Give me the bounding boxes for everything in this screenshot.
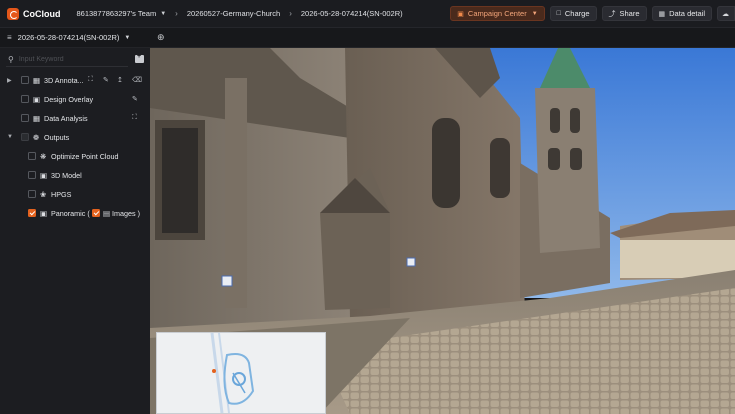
search-icon: ⚲ <box>8 55 14 64</box>
table-icon: ▦ <box>658 10 666 18</box>
layer-row-hpgs[interactable]: ❀ HPGS <box>0 185 150 203</box>
cloud-upload-icon: ☁ <box>722 10 729 18</box>
data-detail-button[interactable]: ▦ Data detail <box>651 6 712 21</box>
app-name: CoCloud <box>23 8 61 19</box>
breadcrumb-task: 2026-05-28-074214(SN-002R) <box>300 9 403 18</box>
caret-right-icon[interactable]: ▶ <box>7 77 12 84</box>
images-label: Images ) <box>112 208 140 218</box>
app-logo[interactable]: CoCloud <box>7 7 61 20</box>
edit-icon[interactable]: ✎ <box>103 76 109 84</box>
layer-panel: ⚲ ▶ ▦ 3D Annota... ⛶ ✎ ↥ ⌫ ▣ Design Over… <box>0 48 150 414</box>
point-cloud-icon: ❋ <box>40 151 47 161</box>
layer-checkbox[interactable] <box>28 152 36 160</box>
layer-checkbox[interactable] <box>21 76 29 84</box>
cube-icon: ▣ <box>40 170 48 180</box>
data-detail-label: Data detail <box>669 9 705 18</box>
overlay-icon: ▣ <box>33 94 41 104</box>
layer-checkbox-checked[interactable] <box>28 209 36 217</box>
layer-row-panoramic[interactable]: ▣ Panoramic ( ▤ Images ) <box>0 204 150 222</box>
gaussian-icon: ❀ <box>40 189 47 199</box>
layer-label: Panoramic ( <box>51 208 90 218</box>
wallet-icon: □ <box>556 10 561 17</box>
breadcrumb-team[interactable]: 8613877863297's Team <box>77 9 157 18</box>
layer-row-design-overlay[interactable]: ▣ Design Overlay ✎ <box>0 90 150 108</box>
share-label: Share <box>619 9 640 18</box>
layer-checkbox[interactable] <box>28 190 36 198</box>
top-bar: CoCloud 8613877863297's Team ▼ › 2026052… <box>0 0 735 28</box>
layer-checkbox[interactable] <box>21 133 29 141</box>
search-input[interactable] <box>18 56 119 63</box>
layer-row-annotation[interactable]: ▶ ▦ 3D Annota... ⛶ ✎ ↥ ⌫ <box>0 71 150 89</box>
upload-icon[interactable]: ↥ <box>117 76 123 84</box>
mini-map-image[interactable] <box>157 332 325 414</box>
layer-checkbox[interactable] <box>21 114 29 122</box>
layers-icon[interactable]: ≡ <box>7 33 12 42</box>
crosshair-icon[interactable]: ⊕ <box>157 32 165 43</box>
layer-row-data-analysis[interactable]: ▦ Data Analysis ⛶ <box>0 109 150 127</box>
folder-icon: ▦ <box>33 75 41 85</box>
gift-icon: ▣ <box>457 10 464 18</box>
images-checkbox-checked[interactable] <box>92 209 100 217</box>
chevron-down-icon[interactable]: ▼ <box>124 35 130 41</box>
caret-down-icon[interactable]: ▼ <box>7 134 13 140</box>
breadcrumb: 8613877863297's Team ▼ › 20260527-German… <box>77 9 403 18</box>
campaign-center-label: Campaign Center <box>467 9 527 18</box>
panorama-icon: ▣ <box>40 208 48 218</box>
sub-toolbar: ≡ 2026-05-28-074214(SN-002R) ▼ ⊕ <box>0 28 735 48</box>
mini-map[interactable] <box>156 332 326 414</box>
layer-label: 3D Model <box>51 170 82 180</box>
share-icon: ⤴ <box>608 10 616 18</box>
locate-icon[interactable]: ⛶ <box>132 114 137 122</box>
task-selector[interactable]: 2026-05-28-074214(SN-002R) <box>18 33 120 42</box>
charge-label: Charge <box>564 9 590 18</box>
cocloud-logo-icon <box>7 7 19 20</box>
search-box: ⚲ <box>6 53 128 67</box>
chevron-down-icon[interactable]: ▼ <box>160 11 166 17</box>
layer-label: HPGS <box>51 189 72 199</box>
delete-icon[interactable]: ⌫ <box>132 76 142 84</box>
layer-label: Design Overlay <box>44 94 94 104</box>
layer-row-3d-model[interactable]: ▣ 3D Model <box>0 166 150 184</box>
image-icon: ▤ <box>103 208 111 218</box>
charge-button[interactable]: □ Charge <box>549 6 597 21</box>
locate-icon[interactable]: ⛶ <box>88 76 93 84</box>
layer-row-outputs[interactable]: ▼ ❁ Outputs <box>0 128 150 146</box>
chevron-down-icon: ▼ <box>531 10 538 17</box>
edit-icon[interactable]: ✎ <box>132 95 138 103</box>
layer-label: Optimize Point Cloud <box>51 151 119 161</box>
chevron-right-icon: › <box>175 9 178 18</box>
outputs-icon: ❁ <box>33 132 40 142</box>
upload-button[interactable]: ☁ <box>717 6 735 21</box>
folder-add-icon[interactable] <box>135 53 144 63</box>
layer-label: Outputs <box>44 132 70 142</box>
breadcrumb-project[interactable]: 20260527-Germany-Church <box>187 9 280 18</box>
analysis-icon: ▦ <box>33 113 41 123</box>
layer-label: 3D Annota... <box>44 75 84 85</box>
layer-checkbox[interactable] <box>28 171 36 179</box>
layer-label: Data Analysis <box>44 113 88 123</box>
layer-row-point-cloud[interactable]: ❋ Optimize Point Cloud <box>0 147 150 165</box>
layer-checkbox[interactable] <box>21 95 29 103</box>
chevron-right-icon: › <box>289 9 292 18</box>
campaign-center-button[interactable]: ▣ Campaign Center ▼ <box>450 6 545 21</box>
share-button[interactable]: ⤴ Share <box>601 6 647 21</box>
